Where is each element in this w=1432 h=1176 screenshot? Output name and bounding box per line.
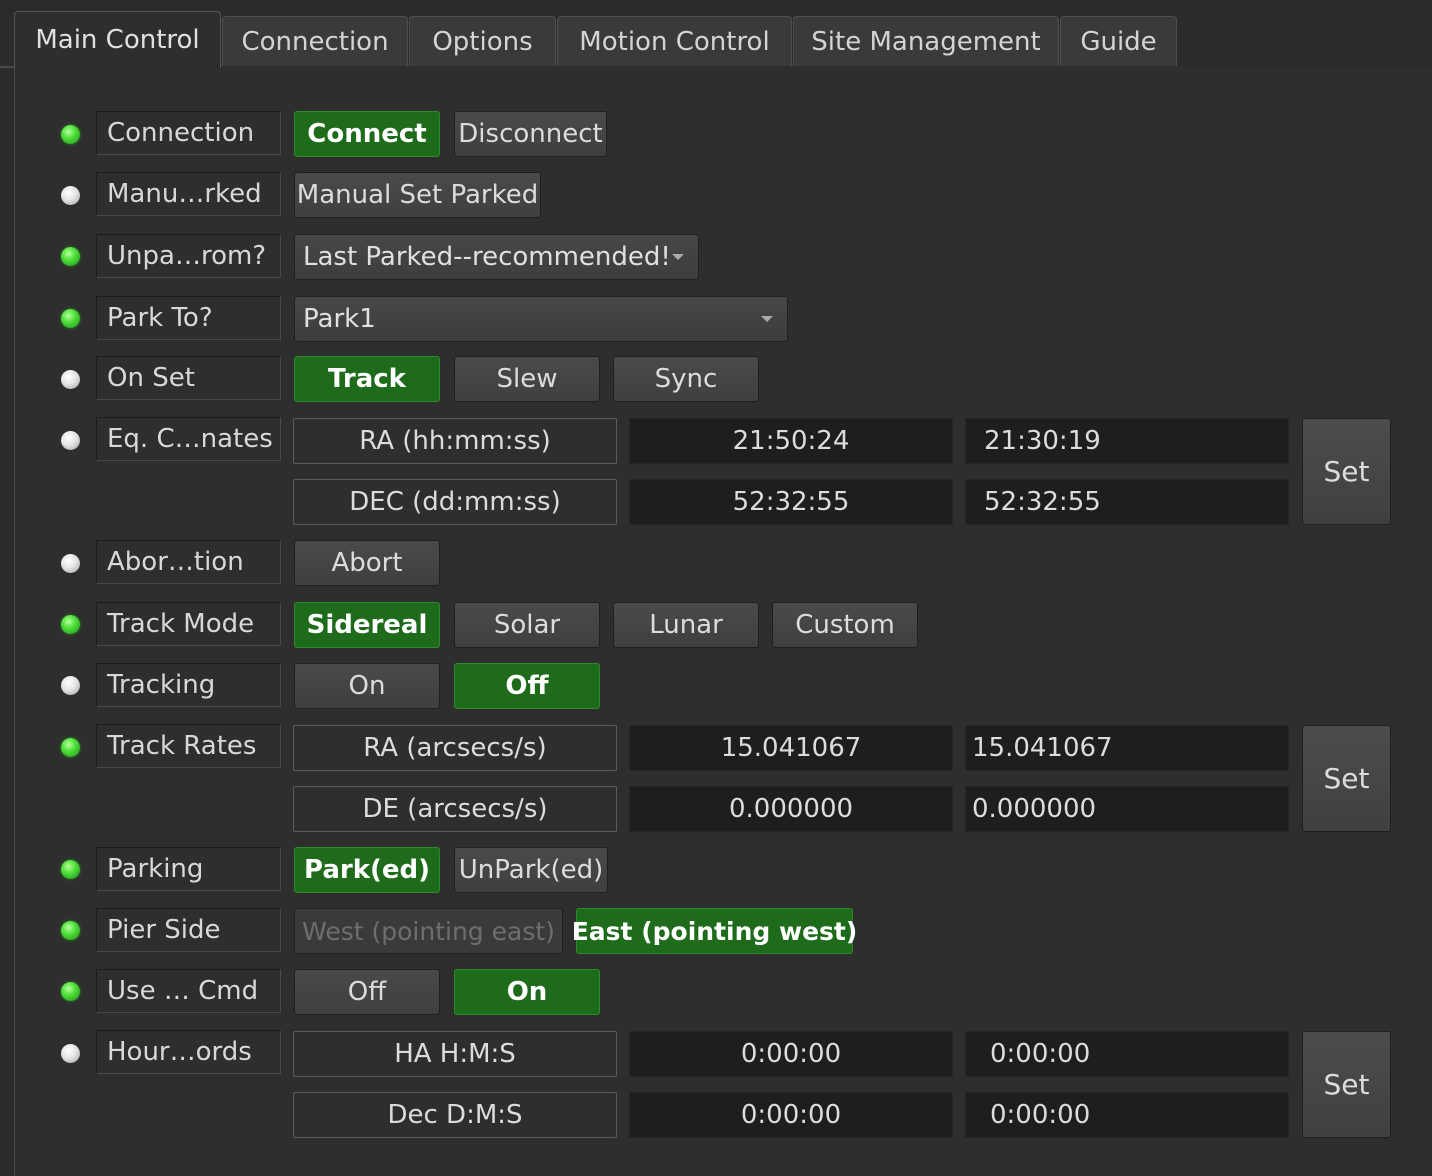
connection-label: Connection <box>96 111 281 155</box>
slew-button[interactable]: Slew <box>454 356 600 402</box>
lunar-button[interactable]: Lunar <box>613 602 759 648</box>
track-rates-label: Track Rates <box>96 724 281 768</box>
tracking-status-led <box>61 676 80 695</box>
hour-dec-target-input[interactable]: 0:00:00 <box>965 1092 1289 1138</box>
dec-field-label: DEC (dd:mm:ss) <box>293 479 617 525</box>
park-button[interactable]: Park(ed) <box>294 847 440 893</box>
tab-site-management[interactable]: Site Management <box>793 16 1059 66</box>
tracking-off-button[interactable]: Off <box>454 663 600 709</box>
main-control-panel: Connection Connect Disconnect Manu…rked … <box>14 66 1432 1176</box>
de-rate-target-input[interactable]: 0.000000 <box>965 786 1289 832</box>
eq-coords-status-led <box>61 431 80 450</box>
solar-button[interactable]: Solar <box>454 602 600 648</box>
connection-status-led <box>61 125 80 144</box>
pier-side-status-led <box>61 921 80 940</box>
dec-target-input[interactable]: 52:32:55 <box>965 479 1289 525</box>
park-to-label: Park To? <box>96 296 281 340</box>
use-cmd-status-led <box>61 982 80 1001</box>
on-set-label: On Set <box>96 356 281 400</box>
abort-status-led <box>61 554 80 573</box>
abort-button[interactable]: Abort <box>294 540 440 586</box>
sync-button[interactable]: Sync <box>613 356 759 402</box>
abort-label: Abor…tion <box>96 540 281 584</box>
de-rate-current-value: 0.000000 <box>629 786 953 832</box>
track-rates-status-led <box>61 738 80 757</box>
custom-button[interactable]: Custom <box>772 602 918 648</box>
pier-east-button[interactable]: East (pointing west) <box>572 908 857 954</box>
manual-parked-status-led <box>61 186 80 205</box>
unpark-from-status-led <box>61 247 80 266</box>
tab-options[interactable]: Options <box>409 16 556 66</box>
connect-button[interactable]: Connect <box>294 111 440 157</box>
disconnect-button[interactable]: Disconnect <box>454 111 607 157</box>
track-rates-set-button[interactable]: Set <box>1302 725 1391 832</box>
track-button[interactable]: Track <box>294 356 440 402</box>
eq-coords-label: Eq. C…nates <box>96 417 281 461</box>
hour-coords-label: Hour…ords <box>96 1030 281 1074</box>
tab-guide[interactable]: Guide <box>1060 16 1177 66</box>
park-to-value: Park1 <box>303 304 376 334</box>
chevron-down-icon <box>672 254 684 260</box>
parking-status-led <box>61 860 80 879</box>
unpark-from-select[interactable]: Last Parked--recommended! <box>294 234 699 280</box>
tab-connection[interactable]: Connection <box>222 16 408 66</box>
hour-dec-current-value: 0:00:00 <box>629 1092 953 1138</box>
tab-motion-control[interactable]: Motion Control <box>557 16 792 66</box>
pier-side-label: Pier Side <box>96 908 281 952</box>
dec-current-value: 52:32:55 <box>629 479 953 525</box>
use-cmd-off-button[interactable]: Off <box>294 969 440 1015</box>
chevron-down-icon <box>761 316 773 322</box>
park-to-status-led <box>61 309 80 328</box>
unpark-from-label: Unpa…rom? <box>96 234 281 278</box>
ha-current-value: 0:00:00 <box>629 1031 953 1077</box>
manual-set-parked-button[interactable]: Manual Set Parked <box>294 172 541 218</box>
tracking-label: Tracking <box>96 663 281 707</box>
tab-bar: Main Control Connection Options Motion C… <box>0 0 1432 68</box>
hour-coords-status-led <box>61 1044 80 1063</box>
hour-coords-set-button[interactable]: Set <box>1302 1031 1391 1138</box>
parking-label: Parking <box>96 847 281 891</box>
manual-parked-label: Manu…rked <box>96 172 281 216</box>
park-to-select[interactable]: Park1 <box>294 296 788 342</box>
hour-dec-field-label: Dec D:M:S <box>293 1092 617 1138</box>
ra-rate-target-input[interactable]: 15.041067 <box>965 725 1289 771</box>
sidereal-button[interactable]: Sidereal <box>294 602 440 648</box>
ha-field-label: HA H:M:S <box>293 1031 617 1077</box>
ra-field-label: RA (hh:mm:ss) <box>293 418 617 464</box>
unpark-button[interactable]: UnPark(ed) <box>454 847 608 893</box>
use-cmd-label: Use … Cmd <box>96 969 281 1013</box>
tracking-on-button[interactable]: On <box>294 663 440 709</box>
track-mode-label: Track Mode <box>96 602 281 646</box>
ra-current-value: 21:50:24 <box>629 418 953 464</box>
ra-rate-field-label: RA (arcsecs/s) <box>293 725 617 771</box>
de-rate-field-label: DE (arcsecs/s) <box>293 786 617 832</box>
unpark-from-value: Last Parked--recommended! <box>303 242 671 272</box>
eq-coords-set-button[interactable]: Set <box>1302 418 1391 525</box>
use-cmd-on-button[interactable]: On <box>454 969 600 1015</box>
ha-target-input[interactable]: 0:00:00 <box>965 1031 1289 1077</box>
ra-target-input[interactable]: 21:30:19 <box>965 418 1289 464</box>
on-set-status-led <box>61 370 80 389</box>
pier-west-button[interactable]: West (pointing east) <box>294 908 563 954</box>
ra-rate-current-value: 15.041067 <box>629 725 953 771</box>
tab-main-control[interactable]: Main Control <box>14 11 221 68</box>
track-mode-status-led <box>61 615 80 634</box>
